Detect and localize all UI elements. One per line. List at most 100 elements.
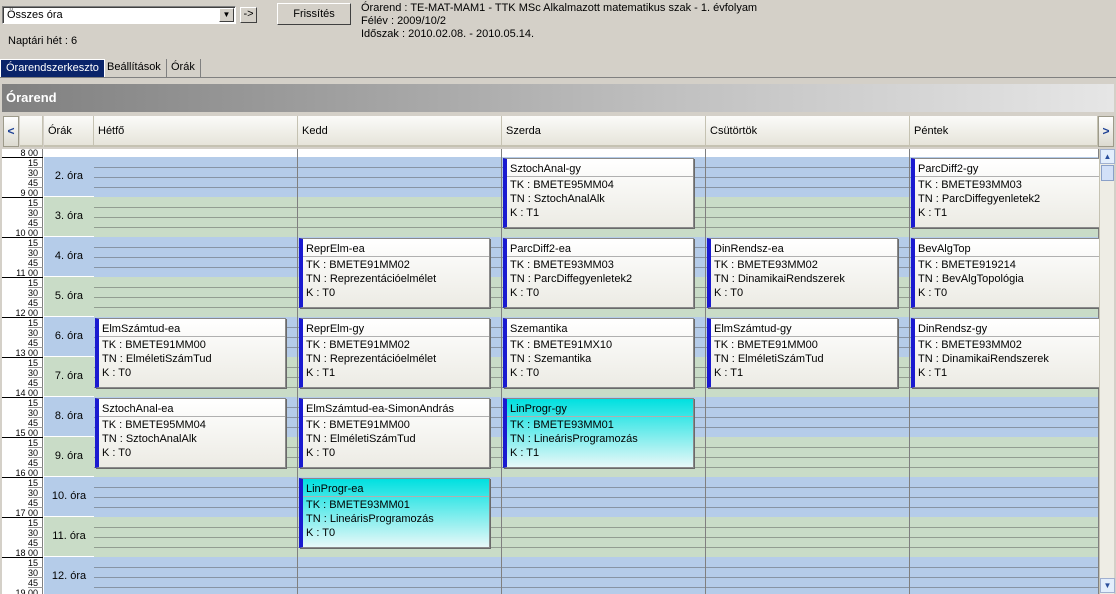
event-title: ReprElm-gy (306, 323, 365, 335)
quarter-label: 45 (27, 498, 38, 508)
quarter-label: 30 (27, 328, 38, 338)
event-divider (711, 256, 897, 257)
period-cell: 12. óra (44, 557, 94, 594)
hours-column-header: Órák (44, 116, 94, 147)
slot-line (910, 527, 1098, 528)
event-card[interactable]: SztochAnal-ea TK : BMETE95MM04 TN : Sztoch… (95, 398, 286, 468)
day-label: Csütörtök (710, 125, 758, 137)
event-card[interactable]: ReprElm-gy TK : BMETE91MM02 TN : Reprezent… (299, 318, 490, 388)
quarter-label: 45 (27, 258, 38, 268)
event-card[interactable]: LinProgr-gy TK : BMETE93MM01 TN : Lineáris… (503, 398, 694, 468)
slot-line (94, 297, 297, 298)
event-card[interactable]: DinRendsz-ea TK : BMETE93MM02 TN : Dinamik… (707, 238, 898, 308)
period-cell: 11. óra (44, 517, 94, 557)
slot-line (502, 507, 705, 508)
period-label: 11. óra (52, 530, 86, 542)
slot-line (94, 497, 297, 498)
slot-band (94, 237, 297, 277)
event-divider (915, 336, 1099, 337)
event-card[interactable]: ReprElm-ea TK : BMETE91MM02 TN : Reprezent… (299, 238, 490, 308)
prev-week-button[interactable]: < (3, 116, 19, 147)
event-course-name: TN : LineárisProgramozás (510, 433, 638, 445)
event-course-code: TK : BMETE95MM04 (510, 179, 614, 191)
slot-line (502, 577, 705, 578)
event-card[interactable]: ElmSzámtud-gy TK : BMETE91MM00 TN : Elméle… (707, 318, 898, 388)
slot-line (706, 567, 909, 568)
period-label: 8. óra (54, 410, 84, 422)
vertical-scrollbar[interactable]: ▲ ▼ (1099, 149, 1115, 594)
event-card[interactable]: Szemantika TK : BMETE91MX10 TN : Szemantik… (503, 318, 694, 388)
slot-line (94, 177, 297, 178)
event-card[interactable]: SztochAnal-gy TK : BMETE95MM04 TN : Sztoch… (503, 158, 694, 228)
event-course-name: TN : ParcDiffegyenletek2 (918, 193, 1041, 205)
day-header-monday: Hétfő (94, 116, 298, 147)
event-card[interactable]: BevAlgTop TK : BMETE919214 TN : BevAlgTopo… (911, 238, 1099, 308)
event-card[interactable]: ElmSzámtud-ea TK : BMETE91MM00 TN : Elméle… (95, 318, 286, 388)
event-title: ReprElm-ea (306, 243, 365, 255)
slot-line (706, 577, 909, 578)
scroll-thumb[interactable] (1101, 165, 1114, 181)
event-card[interactable]: ParcDiff2-gy TK : BMETE93MM03 TN : ParcDif… (911, 158, 1099, 228)
event-kind: K : T1 (306, 367, 336, 379)
slot-band (910, 397, 1098, 437)
quarter-label: 30 (27, 408, 38, 418)
chevron-down-icon[interactable]: ▼ (219, 8, 234, 22)
period-cell: 5. óra (44, 277, 94, 317)
slot-line (94, 267, 297, 268)
go-button[interactable]: -> (240, 7, 257, 23)
day-label: Péntek (914, 125, 949, 137)
scroll-up-icon[interactable]: ▲ (1100, 149, 1115, 164)
event-title: DinRendsz-gy (918, 323, 988, 335)
slot-line (706, 207, 909, 208)
hour-label: 18 00 (15, 548, 38, 558)
slot-band (94, 197, 297, 237)
day-label: Kedd (302, 125, 328, 137)
slot-line (910, 577, 1098, 578)
quarter-label: 45 (27, 338, 38, 348)
scroll-down-icon[interactable]: ▼ (1100, 578, 1115, 593)
slot-line (706, 217, 909, 218)
tab-beallitasok[interactable]: Beállítások (102, 59, 167, 77)
quarter-label: 15 (27, 438, 38, 448)
panel-title: Órarend (6, 90, 57, 105)
next-week-button[interactable]: > (1098, 116, 1114, 147)
event-kind: K : T0 (510, 367, 540, 379)
period-label: 10. óra (51, 490, 87, 502)
event-kind: K : T1 (510, 447, 540, 459)
slot-band (706, 397, 909, 437)
event-course-code: TK : BMETE91MX10 (510, 339, 613, 351)
slot-line (94, 217, 297, 218)
refresh-button[interactable]: Frissítés (277, 3, 351, 25)
slot-band (502, 557, 705, 594)
event-course-name: TN : DinamikaiRendszerek (918, 353, 1049, 365)
slot-line (910, 567, 1098, 568)
slot-line (94, 167, 297, 168)
event-card[interactable]: LinProgr-ea TK : BMETE93MM01 TN : Lineáris… (299, 478, 490, 548)
tab-orak[interactable]: Órák (166, 59, 201, 77)
quarter-label: 30 (27, 528, 38, 538)
slot-line (298, 227, 501, 228)
event-course-code: TK : BMETE919214 (918, 259, 1016, 271)
slot-line (298, 587, 501, 588)
event-kind: K : T0 (510, 287, 540, 299)
slot-line (706, 487, 909, 488)
day-header-tuesday: Kedd (298, 116, 502, 147)
hour-label: 8 00 (20, 149, 38, 158)
hour-label: 17 00 (15, 508, 38, 518)
event-kind: K : T0 (306, 287, 336, 299)
course-filter-combo[interactable]: Összes óra ▼ (2, 6, 236, 24)
hour-label: 19 00 (15, 588, 38, 594)
slot-line (94, 257, 297, 258)
event-card[interactable]: DinRendsz-gy TK : BMETE93MM02 TN : Dinamik… (911, 318, 1099, 388)
event-divider (915, 176, 1099, 177)
event-card[interactable]: ElmSzámtud-ea-SimonAndrás TK : BMETE91MM0… (299, 398, 490, 468)
period-cell: 3. óra (44, 197, 94, 237)
event-course-name: TN : SztochAnalAlk (102, 433, 197, 445)
event-card[interactable]: ParcDiff2-ea TK : BMETE93MM03 TN : ParcDif… (503, 238, 694, 308)
event-course-code: TK : BMETE93MM01 (306, 499, 410, 511)
quarter-label: 30 (27, 168, 38, 178)
tab-orarendszerkeszto[interactable]: Órarendszerkeszto (0, 59, 105, 77)
event-course-code: TK : BMETE91MM02 (306, 259, 410, 271)
hour-label: 11 00 (16, 268, 38, 278)
period-label: 3. óra (54, 210, 84, 222)
